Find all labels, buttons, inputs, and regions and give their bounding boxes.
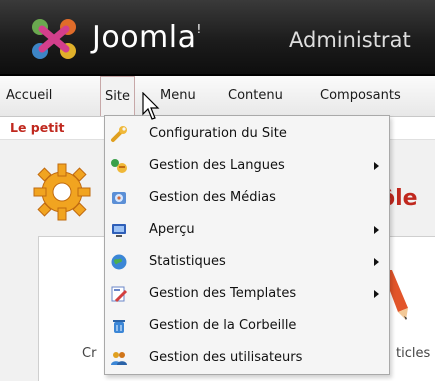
templates-icon xyxy=(111,286,128,303)
dropdown-item-label: Gestion des utilisateurs xyxy=(149,350,303,365)
panel-item-label-right: ticles xyxy=(396,346,431,361)
dropdown-item-label: Gestion de la Corbeille xyxy=(149,318,297,333)
gear-icon xyxy=(33,163,91,221)
site-name-label: Le petit xyxy=(10,120,65,135)
dropdown-item-statistiques[interactable]: Statistiques xyxy=(105,246,389,278)
menu-composants[interactable]: Composants xyxy=(320,76,401,116)
menu-contenu[interactable]: Contenu xyxy=(228,76,283,116)
mouse-cursor-icon xyxy=(142,92,160,120)
dropdown-item-label: Configuration du Site xyxy=(149,126,287,141)
dropdown-item-label: Gestion des Médias xyxy=(149,190,276,205)
dropdown-item-label: Gestion des Langues xyxy=(149,158,285,173)
dropdown-item-label: Gestion des Templates xyxy=(149,286,297,301)
brand-tm: ! xyxy=(196,22,202,36)
submenu-arrow-icon xyxy=(374,162,379,170)
brand-name: Joomla xyxy=(92,20,197,55)
menu-menu[interactable]: Menu xyxy=(160,76,196,116)
dropdown-item-corbeille[interactable]: Gestion de la Corbeille xyxy=(105,310,389,342)
submenu-arrow-icon xyxy=(374,258,379,266)
globe-icon xyxy=(111,254,127,270)
wrench-icon xyxy=(111,126,127,142)
submenu-arrow-icon xyxy=(374,226,379,234)
trash-icon xyxy=(113,320,125,333)
preview-icon xyxy=(112,224,126,237)
dropdown-item-label: Statistiques xyxy=(149,254,226,269)
languages-icon xyxy=(111,159,127,173)
dropdown-item-templates[interactable]: Gestion des Templates xyxy=(105,278,389,310)
dropdown-item-medias[interactable]: Gestion des Médias xyxy=(105,182,389,214)
brand-title: Joomla! xyxy=(92,20,202,55)
dropdown-item-configuration[interactable]: Configuration du Site xyxy=(105,118,389,150)
dropdown-item-apercu[interactable]: Aperçu xyxy=(105,214,389,246)
users-icon xyxy=(111,352,127,365)
joomla-logo-icon xyxy=(32,19,76,59)
dropdown-item-label: Aperçu xyxy=(149,222,195,237)
dropdown-item-utilisateurs[interactable]: Gestion des utilisateurs xyxy=(105,342,389,374)
panel-item-label-left: Cr xyxy=(82,346,97,361)
main-menubar: Accueil Site Menu Contenu Composants xyxy=(0,76,435,117)
media-icon xyxy=(112,192,126,204)
dropdown-item-langues[interactable]: Gestion des Langues xyxy=(105,150,389,182)
admin-title: Administrat xyxy=(289,28,411,52)
header: Joomla! Administrat xyxy=(0,0,435,76)
admin-window: Joomla! Administrat Accueil Site Menu Co… xyxy=(0,0,435,381)
menu-site[interactable]: Site xyxy=(100,76,135,116)
submenu-arrow-icon xyxy=(374,290,379,298)
menu-accueil[interactable]: Accueil xyxy=(6,76,52,116)
site-dropdown-menu: Configuration du Site Gestion des Langue… xyxy=(104,115,390,375)
